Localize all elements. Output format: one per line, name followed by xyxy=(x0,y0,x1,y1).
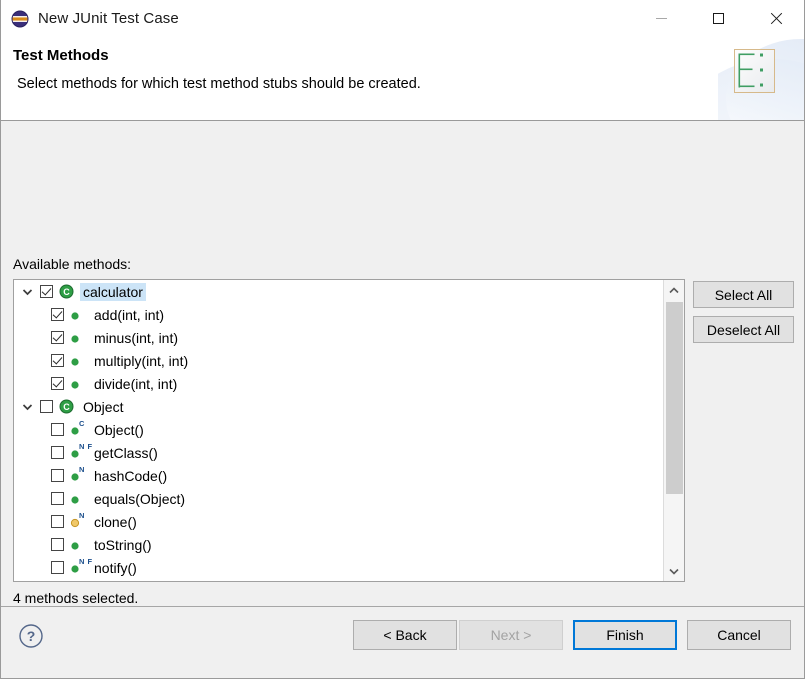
tree-row-checkbox[interactable] xyxy=(51,492,64,505)
page-title: Test Methods xyxy=(13,47,109,64)
tree-row[interactable]: equals(Object) xyxy=(14,487,663,510)
tree-row-label: calculator xyxy=(80,282,146,301)
svg-text:?: ? xyxy=(27,628,36,644)
tree-row-label: clone() xyxy=(94,513,137,530)
method-public-icon xyxy=(70,330,88,346)
tree-row-checkbox[interactable] xyxy=(51,561,64,574)
tree-row[interactable]: divide(int, int) xyxy=(14,372,663,395)
tree-vertical-scrollbar[interactable] xyxy=(663,280,684,581)
method-protected-icon: N xyxy=(70,510,88,530)
tree-row-checkbox[interactable] xyxy=(51,538,64,551)
cancel-button[interactable]: Cancel xyxy=(687,620,791,650)
window-controls xyxy=(633,0,804,37)
chevron-down-icon[interactable] xyxy=(18,403,36,411)
tree-row[interactable]: N Fnotify() xyxy=(14,556,663,579)
tree-row-label: equals(Object) xyxy=(94,490,186,507)
tree-row[interactable]: N FgetClass() xyxy=(14,441,663,464)
tree-row-label: Object xyxy=(83,398,124,415)
tree-row-label: notify() xyxy=(94,559,137,576)
tree-row-checkbox[interactable] xyxy=(51,515,64,528)
tree-row[interactable]: multiply(int, int) xyxy=(14,349,663,372)
tree-row-checkbox[interactable] xyxy=(51,377,64,390)
tree-row-checkbox[interactable] xyxy=(51,354,64,367)
method-public-icon xyxy=(70,376,88,392)
member-modifier-badge: N xyxy=(79,464,85,474)
svg-text:C: C xyxy=(63,402,70,412)
member-modifier-badge: C xyxy=(79,418,85,428)
eclipse-wizard-banner-icon xyxy=(734,49,775,93)
tree-row-label: getClass() xyxy=(94,444,158,461)
class-icon: C xyxy=(59,284,77,300)
scroll-down-arrow-icon[interactable] xyxy=(664,561,684,581)
tree-row-checkbox[interactable] xyxy=(40,400,53,413)
tree-row-checkbox[interactable] xyxy=(51,446,64,459)
new-junit-test-case-dialog: New JUnit Test Case Test Methods Select … xyxy=(0,0,805,679)
tree-row-label: divide(int, int) xyxy=(94,375,178,392)
method-public-icon xyxy=(70,537,88,553)
tree-row[interactable]: NhashCode() xyxy=(14,464,663,487)
class-icon: C xyxy=(59,399,77,415)
tree-row[interactable]: C Object xyxy=(14,395,663,418)
tree-row-checkbox[interactable] xyxy=(40,285,53,298)
tree-row-checkbox[interactable] xyxy=(51,423,64,436)
method-public-icon: N xyxy=(70,464,88,484)
method-public-icon: N F xyxy=(70,557,92,576)
tree-row[interactable]: Ccalculator xyxy=(14,280,663,303)
methods-tree[interactable]: Ccalculator add(int, int) minus(int, int) m… xyxy=(13,279,685,582)
svg-text:C: C xyxy=(63,287,70,297)
tree-row-checkbox[interactable] xyxy=(51,308,64,321)
tree-row[interactable]: C Object() xyxy=(14,418,663,441)
select-all-button[interactable]: Select All xyxy=(693,281,794,308)
back-button[interactable]: < Back xyxy=(353,620,457,650)
member-modifier-badge: N F xyxy=(79,556,93,566)
tree-row[interactable]: add(int, int) xyxy=(14,303,663,326)
close-icon xyxy=(769,12,782,25)
method-public-icon xyxy=(70,353,88,369)
dialog-footer: ? < Back Next > Finish Cancel xyxy=(1,606,804,678)
tree-row-checkbox[interactable] xyxy=(51,469,64,482)
finish-button[interactable]: Finish xyxy=(573,620,677,650)
next-button: Next > xyxy=(459,620,563,650)
tree-row-label: hashCode() xyxy=(94,467,168,484)
tree-row[interactable]: minus(int, int) xyxy=(14,326,663,349)
chevron-down-icon[interactable] xyxy=(18,288,36,296)
minimize-icon xyxy=(656,18,667,19)
scroll-up-arrow-icon[interactable] xyxy=(664,280,684,300)
page-subtitle: Select methods for which test method stu… xyxy=(17,76,421,92)
banner-artwork xyxy=(718,37,804,120)
selection-status: 4 methods selected. xyxy=(13,590,139,606)
close-button[interactable] xyxy=(747,0,804,37)
tree-row-label: multiply(int, int) xyxy=(94,352,189,369)
member-modifier-badge: N xyxy=(79,510,85,520)
window-title: New JUnit Test Case xyxy=(38,10,179,27)
method-public-icon xyxy=(70,307,88,323)
tree-row-label: Object() xyxy=(94,421,144,438)
method-public-icon: C xyxy=(70,418,88,438)
method-public-icon xyxy=(70,491,88,507)
junit-icon xyxy=(11,10,29,28)
maximize-icon xyxy=(713,13,724,24)
minimize-button[interactable] xyxy=(633,0,690,37)
tree-row-label: add(int, int) xyxy=(94,306,165,323)
deselect-all-button[interactable]: Deselect All xyxy=(693,316,794,343)
method-public-icon: N F xyxy=(70,442,92,461)
tree-row-label: toString() xyxy=(94,536,152,553)
tree-row[interactable]: toString() xyxy=(14,533,663,556)
wizard-banner: Test Methods Select methods for which te… xyxy=(1,37,804,121)
member-modifier-badge: N F xyxy=(79,441,93,451)
tree-row[interactable]: Nclone() xyxy=(14,510,663,533)
maximize-button[interactable] xyxy=(690,0,747,37)
scrollbar-thumb[interactable] xyxy=(666,302,683,494)
tree-row-checkbox[interactable] xyxy=(51,331,64,344)
dialog-body: Available methods: Ccalculator add(int, i… xyxy=(1,121,804,678)
available-methods-label: Available methods: xyxy=(13,256,132,272)
methods-tree-rows: Ccalculator add(int, int) minus(int, int) m… xyxy=(14,280,663,581)
tree-row-label: minus(int, int) xyxy=(94,329,179,346)
title-bar: New JUnit Test Case xyxy=(1,0,804,37)
help-icon[interactable]: ? xyxy=(18,623,44,649)
